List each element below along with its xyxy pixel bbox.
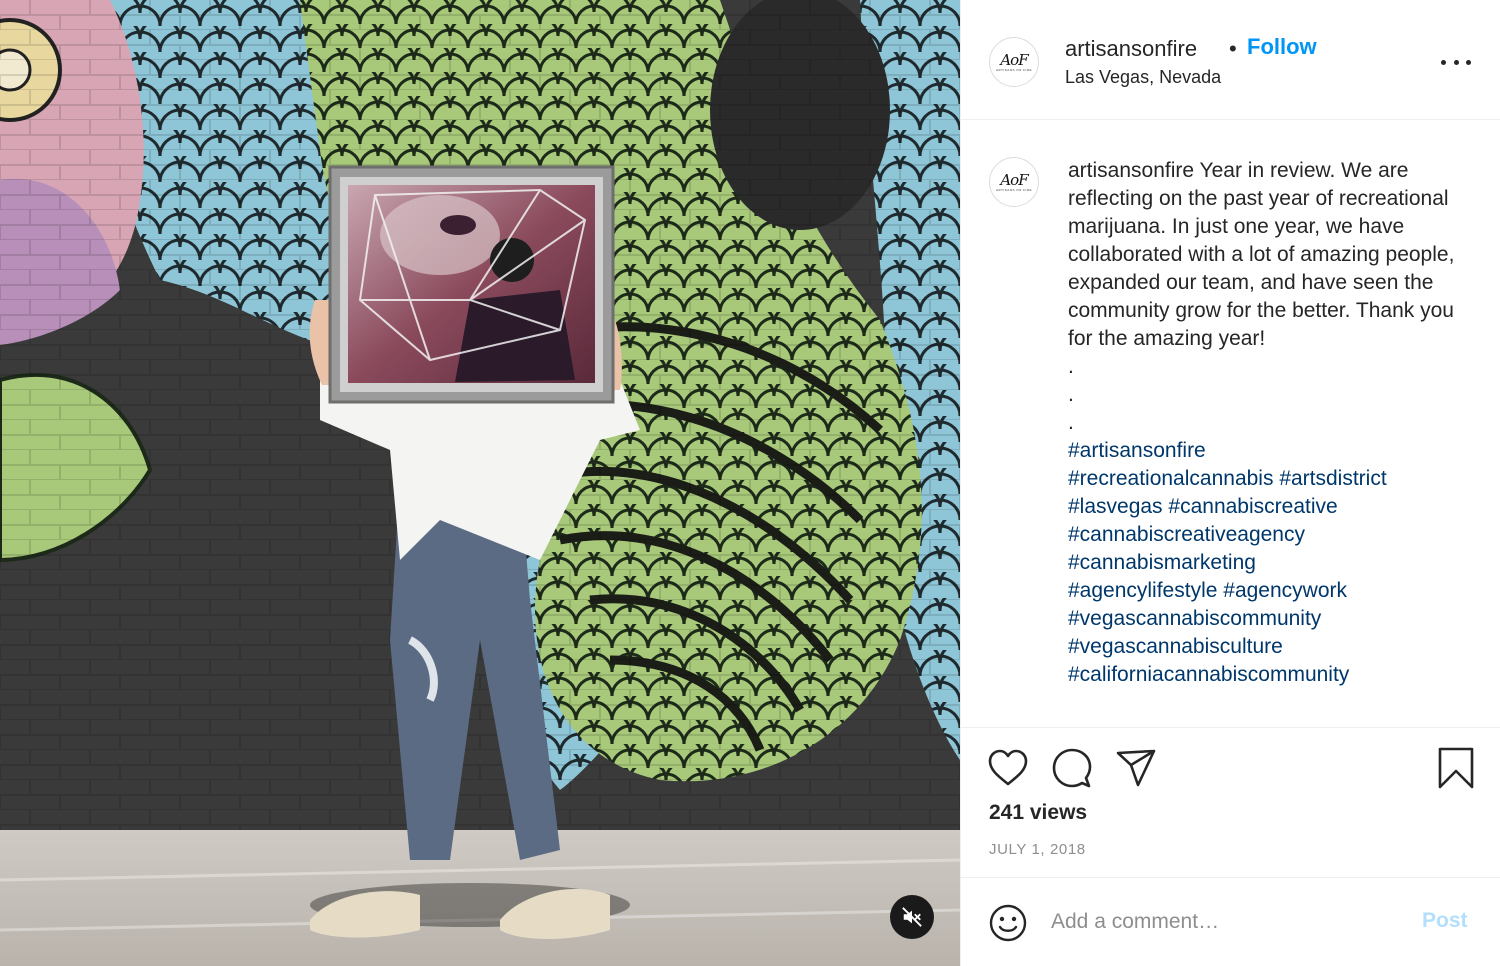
caption-dot: . (1068, 383, 1074, 406)
brand-logo: AoF (1000, 50, 1028, 69)
follow-button[interactable]: Follow (1247, 34, 1317, 60)
hashtag-link[interactable]: #artsdistrict (1279, 467, 1386, 490)
hashtag-link[interactable]: #artisansonfire (1068, 439, 1206, 462)
like-button[interactable] (988, 749, 1028, 792)
more-dot (1466, 59, 1471, 65)
hashtag-link[interactable]: #recreationalcannabis (1068, 467, 1273, 490)
bookmark-icon (1438, 747, 1474, 789)
caption-text: artisansonfire Year in review. We are re… (1068, 157, 1468, 689)
avatar[interactable]: AoF ARTISANS ON FIRE (989, 37, 1039, 87)
post-date[interactable]: JULY 1, 2018 (989, 841, 1086, 858)
brand-logo-subtext: ARTISANS ON FIRE (996, 187, 1032, 192)
hashtag-link[interactable]: #cannabiscreative (1168, 495, 1337, 518)
separator-dot: • (1229, 36, 1237, 61)
hashtag-link[interactable]: #vegascannabiscommunity (1068, 607, 1321, 630)
more-dot (1453, 59, 1459, 65)
post-media[interactable] (0, 0, 960, 966)
paper-plane-icon (1116, 749, 1156, 787)
heart-icon (988, 749, 1028, 786)
smiley-icon (989, 904, 1027, 942)
share-button[interactable] (1116, 749, 1156, 792)
comment-input[interactable] (1051, 904, 1391, 940)
more-dot (1441, 59, 1446, 65)
mute-toggle-button[interactable] (890, 895, 934, 939)
caption-section: AoF ARTISANS ON FIRE artisansonfire Year… (961, 121, 1500, 727)
hashtag-list: #artisansonfire #recreationalcannabis #a… (1068, 437, 1468, 689)
post-side-panel: AoF ARTISANS ON FIRE artisansonfire • Fo… (960, 0, 1500, 966)
brand-logo: AoF (1000, 170, 1028, 189)
caption-dot: . (1068, 355, 1074, 378)
more-options-icon[interactable] (1441, 50, 1471, 74)
brand-logo-subtext: ARTISANS ON FIRE (996, 67, 1032, 72)
hashtag-link[interactable]: #californiacannabiscommunity (1068, 663, 1349, 686)
view-count[interactable]: 241 views (989, 801, 1087, 825)
caption-dot: . (1068, 411, 1074, 434)
save-button[interactable] (1438, 747, 1474, 794)
speaker-muted-icon (902, 907, 922, 927)
hashtag-link[interactable]: #agencywork (1223, 579, 1347, 602)
post-comment-button[interactable]: Post (1422, 909, 1468, 933)
hashtag-link[interactable]: #cannabiscreativeagency (1068, 523, 1305, 546)
location-link[interactable]: Las Vegas, Nevada (1065, 67, 1221, 88)
caption-body: Year in review. We are reflecting on the… (1068, 159, 1455, 350)
username-link[interactable]: artisansonfire (1065, 36, 1197, 62)
caption-avatar[interactable]: AoF ARTISANS ON FIRE (989, 157, 1039, 207)
comment-bubble-icon (1052, 748, 1092, 788)
caption-username-link[interactable]: artisansonfire (1068, 159, 1194, 182)
comment-button[interactable] (1052, 748, 1092, 793)
hashtag-link[interactable]: #cannabismarketing (1068, 551, 1256, 574)
post-video-frame (0, 0, 960, 966)
post-actions: 241 views JULY 1, 2018 (961, 727, 1500, 877)
emoji-button[interactable] (989, 904, 1027, 947)
comment-box: Post (961, 877, 1500, 966)
hashtag-link[interactable]: #vegascannabisculture (1068, 635, 1283, 658)
hashtag-link[interactable]: #lasvegas (1068, 495, 1163, 518)
post-header: AoF ARTISANS ON FIRE artisansonfire • Fo… (961, 0, 1500, 120)
hashtag-link[interactable]: #agencylifestyle (1068, 579, 1217, 602)
